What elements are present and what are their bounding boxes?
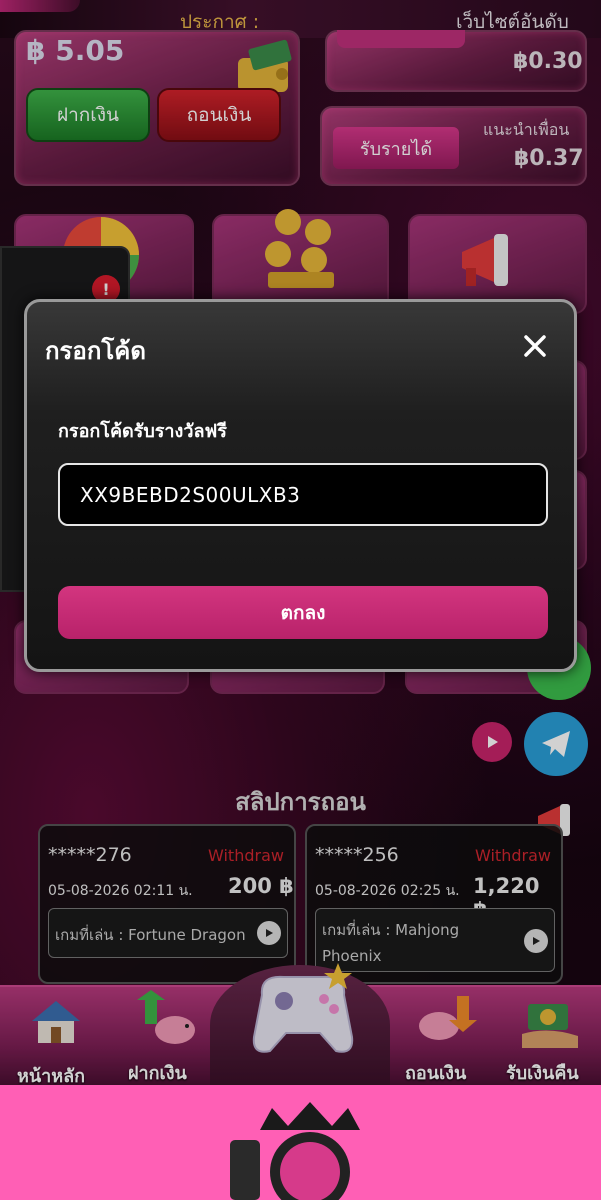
code-input[interactable] xyxy=(58,463,548,526)
brand-mascot-logo xyxy=(230,1102,360,1200)
dialog-title: กรอกโค้ด xyxy=(45,337,146,365)
confirm-button[interactable]: ตกลง xyxy=(58,586,548,639)
footer-banner xyxy=(0,1085,601,1200)
close-button[interactable] xyxy=(521,332,549,360)
code-field-label: กรอกโค้ดรับรางวัลฟรี xyxy=(58,421,227,442)
close-icon xyxy=(524,335,546,357)
